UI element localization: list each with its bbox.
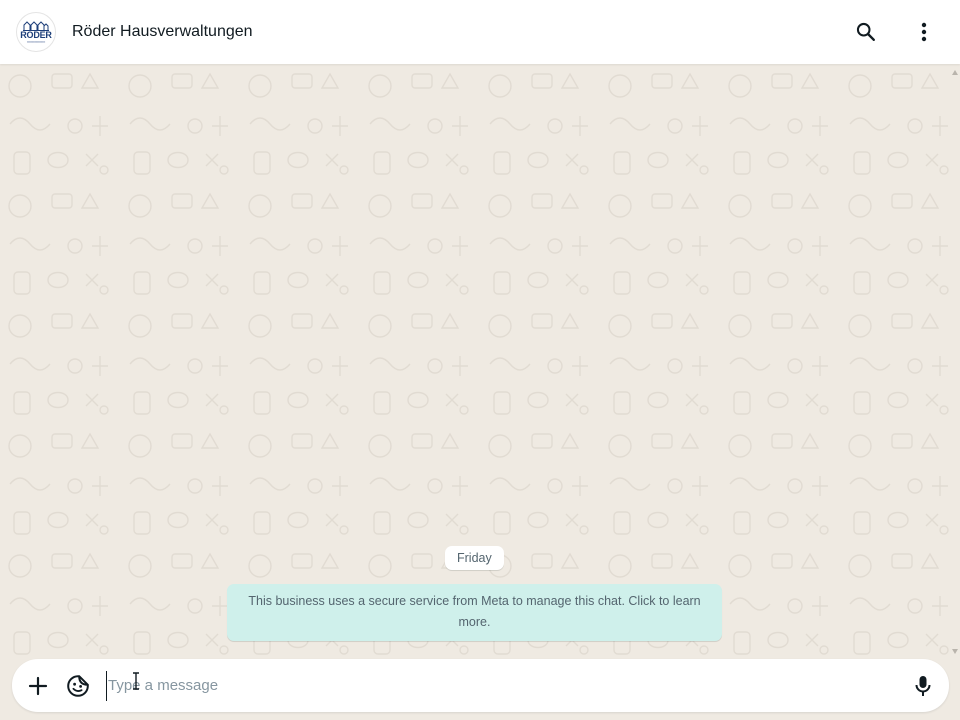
sticker-icon [67, 674, 89, 697]
plus-icon [28, 676, 48, 695]
message-input[interactable] [106, 670, 907, 701]
scroll-down-arrow[interactable] [952, 649, 958, 654]
encryption-notice[interactable]: This business uses a secure service from… [227, 584, 722, 641]
avatar[interactable]: RÖDER ━━━━━━━━━━ [16, 12, 56, 52]
sticker-button[interactable] [62, 670, 94, 702]
menu-button[interactable] [908, 16, 940, 48]
scroll-up-arrow[interactable] [952, 70, 958, 75]
attach-button[interactable] [22, 670, 54, 702]
more-vertical-icon [921, 22, 927, 42]
company-logo-icon [23, 20, 49, 31]
voice-message-button[interactable] [907, 670, 939, 702]
chat-header: RÖDER ━━━━━━━━━━ Röder Hausverwaltungen [0, 0, 960, 64]
date-separator: Friday [445, 546, 504, 570]
message-composer [12, 659, 949, 712]
chat-title[interactable]: Röder Hausverwaltungen [72, 23, 253, 41]
avatar-logo-text: RÖDER [20, 29, 52, 40]
avatar-logo-underline: ━━━━━━━━━━ [26, 39, 46, 44]
search-button[interactable] [850, 16, 882, 48]
search-icon [856, 22, 875, 41]
microphone-icon [915, 675, 931, 696]
header-actions [850, 16, 940, 48]
chat-message-area[interactable]: Friday This business uses a secure servi… [0, 64, 960, 656]
